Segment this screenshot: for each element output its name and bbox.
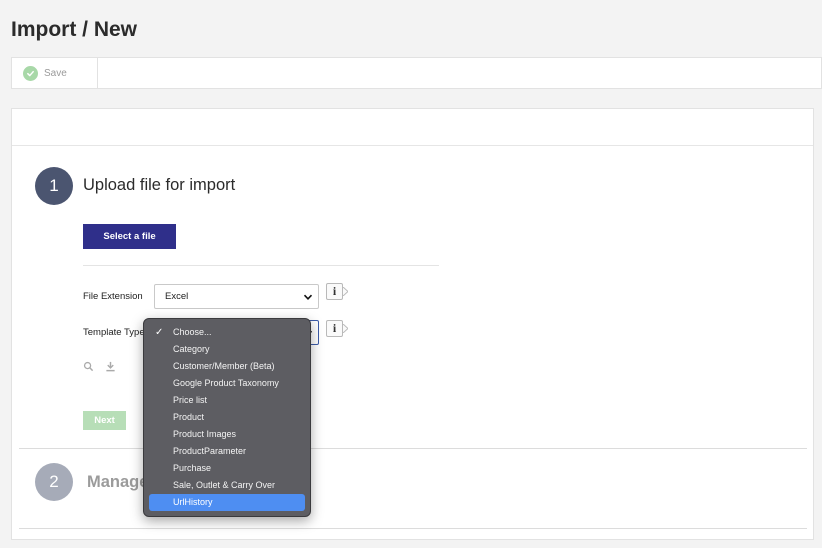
save-button[interactable]: Save: [12, 58, 98, 88]
step-1-number: 1: [35, 167, 73, 205]
dropdown-option-google-product-taxonomy[interactable]: Google Product Taxonomy: [149, 375, 305, 392]
download-icon[interactable]: [105, 361, 116, 372]
chevron-down-icon: [303, 294, 313, 300]
toolbar: Save: [11, 57, 822, 89]
dropdown-option-sale-outlet[interactable]: Sale, Outlet & Carry Over: [149, 477, 305, 494]
template-type-info-icon[interactable]: i: [326, 320, 343, 337]
dropdown-option-customer-member[interactable]: Customer/Member (Beta): [149, 358, 305, 375]
info-pointer: [343, 287, 348, 296]
dropdown-option-product[interactable]: Product: [149, 409, 305, 426]
search-icon[interactable]: [83, 361, 94, 372]
dropdown-option-product-images[interactable]: Product Images: [149, 426, 305, 443]
step-2-title: Manage: [87, 473, 149, 491]
card-divider: [12, 145, 813, 146]
check-circle-icon: [23, 65, 38, 81]
import-card: 1 Upload file for import Select a file F…: [11, 108, 814, 540]
section-divider: [19, 448, 807, 449]
page-title: Import / New: [11, 18, 138, 41]
dropdown-option-purchase[interactable]: Purchase: [149, 460, 305, 477]
dropdown-option-productparameter[interactable]: ProductParameter: [149, 443, 305, 460]
file-extension-value: Excel: [165, 291, 189, 302]
next-button[interactable]: Next: [83, 411, 126, 430]
form-divider: [83, 265, 439, 266]
file-extension-label: File Extension: [83, 291, 143, 302]
file-extension-select[interactable]: Excel: [154, 284, 319, 309]
template-type-dropdown[interactable]: ✓ Choose... Category Customer/Member (Be…: [143, 318, 311, 517]
dropdown-option-urlhistory[interactable]: UrlHistory: [149, 494, 305, 511]
info-pointer: [343, 324, 348, 333]
select-file-button[interactable]: Select a file: [83, 224, 176, 249]
step-1-title: Upload file for import: [83, 176, 236, 194]
file-extension-info-icon[interactable]: i: [326, 283, 343, 300]
checkmark-icon: ✓: [155, 327, 164, 338]
dropdown-option-category[interactable]: Category: [149, 341, 305, 358]
section-divider: [19, 528, 807, 529]
dropdown-option-price-list[interactable]: Price list: [149, 392, 305, 409]
save-label: Save: [44, 67, 67, 79]
step-2-number: 2: [35, 463, 73, 501]
template-type-label: Template Type: [83, 327, 145, 338]
dropdown-option-choose[interactable]: ✓ Choose...: [149, 324, 305, 341]
